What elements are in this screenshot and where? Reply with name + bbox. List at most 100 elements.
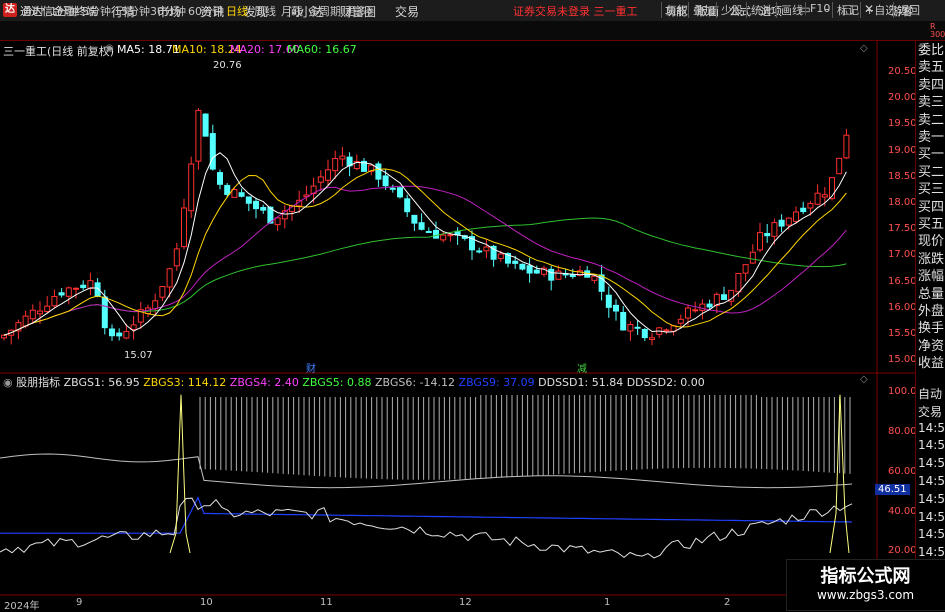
indicator-settings-icon[interactable]: ◉	[3, 376, 13, 389]
candle-body	[411, 214, 418, 224]
candle-body	[605, 294, 612, 308]
period-30min[interactable]: 30分钟	[150, 3, 186, 19]
indicator-tick: 100.0	[888, 386, 917, 397]
candle-body	[332, 158, 339, 172]
period-15min[interactable]: 15分钟	[114, 3, 150, 19]
chart-canvas[interactable]	[0, 40, 915, 609]
candle-body	[548, 268, 555, 281]
menu-jiaoyi[interactable]: 交易	[395, 3, 419, 20]
diamond-icon-2[interactable]: ◇	[860, 374, 868, 385]
tool-fanhui[interactable]: 返回	[893, 2, 920, 18]
indicator-name[interactable]: 股朋指标	[16, 376, 60, 389]
period-fenshi[interactable]: 分时	[22, 3, 44, 19]
quote-label-4: 卖二	[918, 112, 945, 128]
period-multi[interactable]: 多周期	[308, 3, 341, 19]
event-mark-jian[interactable]: 减	[577, 360, 587, 375]
settings-icon[interactable]: ◉	[105, 43, 114, 54]
price-tick: 20.50	[888, 66, 917, 77]
candle-body	[778, 219, 785, 227]
period-60min[interactable]: 60分钟	[188, 3, 224, 19]
period-bar	[0, 21, 945, 41]
quote-label-8: 买三	[918, 182, 945, 198]
candle-body	[814, 192, 821, 205]
indicator-value-0: ZBGS1: 56.95	[63, 376, 140, 389]
candle-body	[483, 246, 490, 252]
ma10-line	[3, 168, 847, 336]
candle-body	[382, 175, 389, 187]
zbgs9-line	[0, 496, 853, 534]
indicator-tick: 20.00	[888, 545, 917, 556]
time-entry-8: 14:56	[918, 527, 945, 542]
zbgs1-line	[0, 453, 853, 489]
candle-body	[73, 287, 79, 290]
time-entry-2: 14:56	[918, 420, 945, 435]
candle-body	[166, 268, 173, 288]
quote-label-1: 卖五	[918, 60, 945, 76]
candle-body	[433, 229, 439, 239]
quote-label-11: 现价	[918, 234, 945, 250]
period-more[interactable]: 更多〉	[345, 3, 378, 19]
candle-body	[404, 198, 411, 213]
indicator-value-7: DDSSD2: 0.00	[623, 376, 705, 389]
event-mark-cai[interactable]: 财	[306, 360, 316, 375]
candle-body	[116, 332, 123, 337]
period-1min[interactable]: 1分钟	[50, 3, 79, 19]
candle-body	[447, 234, 454, 237]
candle-body	[425, 230, 432, 233]
candle-body	[533, 269, 540, 274]
time-entry-9: 14:56	[918, 545, 945, 560]
candle-body	[188, 163, 195, 212]
tool-fuquan[interactable]: 复权	[661, 2, 688, 18]
candle-body	[620, 312, 627, 331]
tool-diejia[interactable]: 叠加	[688, 2, 715, 18]
indicator-current-value: 46.51	[875, 484, 910, 495]
candle-body	[512, 260, 519, 264]
indicator-header: ◉ 股朋指标 ZBGS1: 56.95 ZBGS3: 114.12 ZBGS4:…	[3, 374, 705, 390]
price-tick: 18.00	[888, 197, 917, 208]
candle-body	[476, 250, 483, 253]
candle-body	[173, 248, 180, 267]
period-daily[interactable]: 日线	[226, 3, 248, 19]
time-entry-4: 14:56	[918, 456, 945, 471]
price-tick: 18.50	[888, 171, 917, 182]
tool-zixuan[interactable]: +自选	[860, 2, 896, 18]
candle-body	[742, 264, 749, 274]
price-tick: 17.00	[888, 249, 917, 260]
period-monthly[interactable]: 月线	[281, 3, 303, 19]
candle-body	[519, 263, 526, 270]
quote-label-7: 买二	[918, 164, 945, 180]
quote-label-10: 买五	[918, 217, 945, 232]
candle-body	[634, 326, 641, 329]
candle-body	[101, 296, 108, 329]
candle-body	[253, 200, 259, 210]
candle-body	[181, 207, 187, 248]
tool-tongji[interactable]: 统计	[746, 2, 773, 18]
candle-body	[317, 176, 324, 183]
high-price-label: 20.76	[213, 60, 242, 71]
tool-shaogu[interactable]: 少股	[716, 2, 743, 18]
ma5-label: MA5: 18.71	[117, 43, 180, 56]
price-tick: 19.00	[888, 145, 917, 156]
price-tick: 20.00	[888, 92, 917, 103]
candle-body	[692, 309, 699, 312]
diamond-icon[interactable]: ◇	[860, 43, 868, 54]
quote-label-9: 买四	[918, 199, 945, 215]
tool-f10[interactable]: F10	[805, 2, 830, 15]
candle-body	[757, 232, 763, 251]
period-weekly[interactable]: 周线	[254, 3, 276, 19]
candle-body	[44, 305, 51, 313]
candle-body	[526, 265, 533, 274]
candle-body	[699, 303, 706, 311]
candle-body	[37, 310, 43, 315]
quote-label-17: 净资	[918, 338, 945, 354]
candle-body	[649, 337, 655, 341]
candle-body	[397, 187, 403, 198]
time-entry-6: 14:56	[918, 491, 945, 506]
quote-label-15: 外盘	[918, 304, 945, 319]
quote-label-2: 卖四	[918, 77, 945, 93]
candle-body	[749, 251, 756, 264]
period-5min[interactable]: 5分钟	[82, 3, 111, 19]
candle-body	[389, 187, 396, 190]
tool-huaxian[interactable]: 画线	[776, 2, 803, 18]
tool-biaoji[interactable]: 标记	[832, 2, 859, 18]
